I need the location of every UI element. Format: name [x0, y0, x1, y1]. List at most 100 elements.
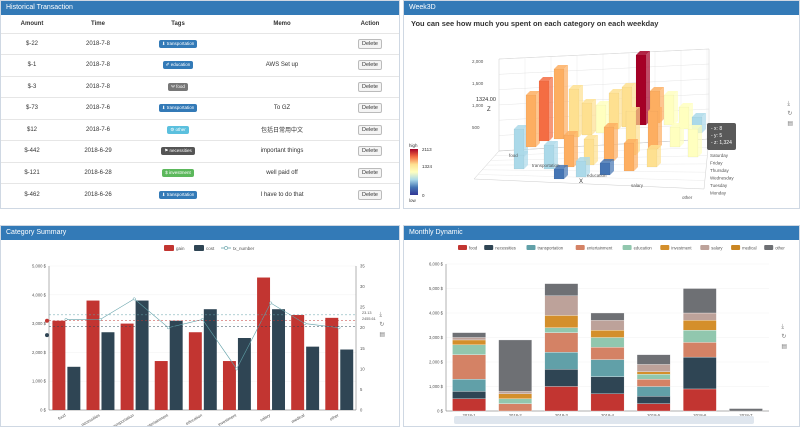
delete-button[interactable]: Delete [358, 146, 382, 157]
stacked-bar-segment[interactable] [498, 398, 532, 404]
legend-swatch[interactable] [484, 245, 494, 250]
stacked-bar-segment[interactable] [544, 295, 579, 316]
gain-bar[interactable] [154, 361, 168, 410]
legend-label[interactable]: gain [176, 246, 185, 251]
legend-swatch[interactable] [194, 245, 204, 251]
stacked-bar-segment[interactable] [452, 332, 486, 338]
stacked-bar-segment[interactable] [683, 312, 717, 321]
week3d-bar[interactable] [553, 68, 565, 140]
data-view-icon[interactable]: ▤ [379, 332, 385, 338]
stacked-bar-segment[interactable] [683, 388, 717, 412]
category-tag[interactable]: $ investment [162, 168, 194, 177]
data-zoom-slider[interactable] [454, 416, 754, 424]
stacked-bar-segment[interactable] [590, 320, 625, 331]
week3d-chart[interactable]: 2,000 1,500 1,000 500 1324.00 Z Xfood transport… [404, 29, 800, 209]
data-view-icon[interactable]: ▤ [787, 121, 793, 127]
legend-swatch[interactable] [731, 245, 741, 250]
stacked-bar-segment[interactable] [636, 403, 671, 412]
stacked-bar-segment[interactable] [452, 378, 486, 392]
legend-label[interactable]: cost [206, 246, 215, 251]
tx-number-point[interactable] [303, 322, 307, 326]
stacked-bar-segment[interactable] [452, 354, 486, 380]
gain-bar[interactable] [222, 361, 236, 410]
legend-label[interactable]: tx_number [233, 246, 255, 251]
stacked-bar-segment[interactable] [683, 320, 717, 331]
stacked-bar-segment[interactable] [636, 396, 671, 404]
category-tag[interactable]: Ψ food [168, 82, 188, 91]
cost-bar[interactable] [306, 346, 320, 410]
week3d-bar[interactable] [646, 148, 658, 168]
stacked-bar-segment[interactable] [544, 332, 579, 353]
stacked-bar-segment[interactable] [498, 403, 532, 412]
download-icon[interactable]: ⤓ [781, 324, 787, 330]
stacked-bar-segment[interactable] [544, 369, 579, 387]
download-icon[interactable]: ⤓ [379, 312, 385, 318]
cost-bar[interactable] [67, 366, 81, 410]
stacked-bar-segment[interactable] [636, 378, 671, 387]
delete-button[interactable]: Delete [358, 38, 382, 49]
week3d-bar[interactable] [581, 102, 593, 136]
week3d-bar[interactable] [647, 110, 659, 150]
category-tag[interactable]: ⚙ other [167, 125, 189, 134]
week3d-bar[interactable] [669, 126, 681, 148]
gain-bar[interactable] [325, 317, 339, 410]
category-summary-chart[interactable]: gain cost tx_number 0 $ 1,000 $ 2,000 $ 3,000 … [1, 240, 400, 427]
week3d-bar[interactable] [525, 94, 537, 148]
legend-label[interactable]: other [775, 246, 785, 251]
category-tag[interactable]: ✐ education [162, 61, 194, 70]
delete-button[interactable]: Delete [358, 103, 382, 114]
gain-bar[interactable] [188, 332, 202, 410]
legend-label[interactable]: entertainment [587, 246, 613, 251]
stacked-bar-segment[interactable] [452, 344, 486, 355]
legend-swatch[interactable] [575, 245, 585, 250]
delete-button[interactable]: Delete [358, 124, 382, 135]
delete-button[interactable]: Delete [358, 60, 382, 71]
legend-swatch[interactable] [764, 245, 774, 250]
stacked-bar-segment[interactable] [498, 393, 532, 399]
stacked-bar-segment[interactable] [590, 393, 625, 412]
tx-number-point[interactable] [166, 326, 170, 330]
cost-bar[interactable] [135, 300, 149, 410]
restore-icon[interactable]: ↻ [379, 322, 385, 328]
legend-label[interactable]: investment [671, 246, 692, 251]
stacked-bar-segment[interactable] [544, 352, 579, 370]
stacked-bar-segment[interactable] [452, 339, 486, 345]
legend-swatch[interactable] [622, 245, 632, 250]
stacked-bar-segment[interactable] [636, 364, 671, 372]
cost-bar[interactable] [169, 320, 183, 410]
stacked-bar-segment[interactable] [636, 374, 671, 380]
cost-bar[interactable] [272, 309, 286, 410]
week3d-bar[interactable] [687, 128, 699, 158]
stacked-bar-segment[interactable] [683, 342, 717, 358]
gain-bar[interactable] [291, 314, 305, 410]
gain-bar[interactable] [52, 320, 66, 410]
delete-button[interactable]: Delete [358, 189, 382, 200]
stacked-bar-segment[interactable] [544, 315, 579, 328]
category-tag[interactable]: ⬇ transportation [158, 104, 198, 113]
stacked-bar-segment[interactable] [590, 359, 625, 377]
tx-number-point[interactable] [235, 367, 239, 371]
week3d-bar[interactable] [563, 134, 575, 168]
legend-swatch[interactable] [164, 245, 174, 251]
stacked-bar-segment[interactable] [636, 371, 671, 375]
category-tag[interactable]: ⬇ transportation [158, 39, 198, 48]
week3d-bar[interactable] [623, 142, 635, 172]
stacked-bar-segment[interactable] [590, 337, 625, 348]
stacked-bar-segment[interactable] [452, 391, 486, 399]
stacked-bar-segment[interactable] [683, 288, 717, 314]
stacked-bar-segment[interactable] [498, 391, 532, 394]
legend-label[interactable]: education [634, 246, 653, 251]
stacked-bar-segment[interactable] [590, 330, 625, 338]
stacked-bar-segment[interactable] [636, 354, 671, 365]
tx-number-point[interactable] [201, 318, 204, 321]
delete-button[interactable]: Delete [358, 167, 382, 178]
week3d-bar[interactable] [538, 80, 550, 142]
tx-number-point[interactable] [98, 318, 102, 321]
legend-label[interactable]: salary [711, 246, 723, 251]
category-tag[interactable]: ⬇ transportation [158, 190, 198, 199]
week3d-bar[interactable] [663, 94, 675, 126]
legend-swatch[interactable] [700, 245, 710, 250]
cost-bar[interactable] [340, 349, 354, 410]
delete-button[interactable]: Delete [358, 81, 382, 92]
restore-icon[interactable]: ↻ [787, 111, 793, 117]
